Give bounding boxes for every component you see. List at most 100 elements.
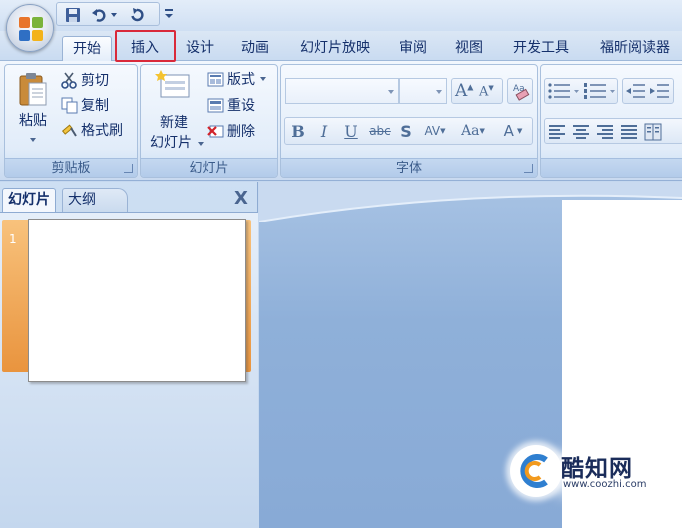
title-bar bbox=[0, 0, 682, 31]
clipboard-dialog-launcher[interactable] bbox=[124, 164, 133, 173]
font-name-select[interactable] bbox=[285, 78, 399, 104]
align-right-icon bbox=[597, 125, 613, 139]
ribbon-tab-strip: 开始 插入 设计 动画 幻灯片放映 审阅 视图 开发工具 福昕阅读器 bbox=[0, 31, 682, 62]
slides-group-label: 幻灯片 bbox=[141, 158, 277, 177]
tab-slides-panel[interactable]: 幻灯片 bbox=[2, 188, 56, 213]
slide-thumbnail-1[interactable] bbox=[28, 219, 246, 382]
align-center-icon bbox=[573, 125, 589, 139]
delete-slide-icon bbox=[207, 123, 224, 140]
grow-font-label: A bbox=[455, 81, 468, 101]
new-slide-label-1: 新建 bbox=[160, 115, 188, 131]
tab-view[interactable]: 视图 bbox=[446, 36, 492, 62]
close-icon: X bbox=[234, 188, 248, 209]
cut-label: 剪切 bbox=[81, 73, 109, 89]
numbering-icon bbox=[584, 83, 615, 99]
tab-design[interactable]: 设计 bbox=[178, 36, 222, 62]
layout-label: 版式 bbox=[227, 72, 255, 88]
tab-review[interactable]: 审阅 bbox=[390, 36, 436, 62]
shrink-font-button[interactable]: A▼ bbox=[479, 84, 501, 102]
tab-outline-panel[interactable]: 大纲 bbox=[62, 188, 128, 213]
format-painter-label: 格式刷 bbox=[81, 123, 123, 139]
bullets-icon bbox=[548, 83, 579, 99]
format-painter-icon bbox=[61, 122, 78, 139]
watermark-logo bbox=[510, 445, 562, 497]
chevron-down-icon: ▼ bbox=[516, 127, 523, 135]
paragraph-group bbox=[540, 64, 682, 178]
reset-label: 重设 bbox=[227, 98, 255, 114]
close-panel-button[interactable]: X bbox=[232, 190, 250, 208]
undo-dropdown[interactable] bbox=[109, 5, 119, 24]
align-center-button[interactable] bbox=[571, 122, 593, 142]
coozhi-logo-icon bbox=[520, 454, 548, 488]
underline-button[interactable]: U bbox=[339, 119, 363, 143]
italic-button[interactable]: I bbox=[313, 119, 335, 143]
tab-developer[interactable]: 开发工具 bbox=[503, 36, 579, 62]
office-logo-icon bbox=[19, 17, 43, 41]
save-button[interactable] bbox=[63, 5, 83, 24]
chevron-down-icon bbox=[388, 90, 394, 94]
quick-access-toolbar bbox=[56, 2, 160, 26]
tab-animation[interactable]: 动画 bbox=[232, 36, 278, 62]
redo-button[interactable] bbox=[127, 5, 147, 24]
font-color-label: A bbox=[503, 122, 514, 140]
strikethrough-button[interactable]: abc bbox=[366, 119, 394, 143]
chevron-down-icon bbox=[436, 90, 442, 94]
customize-qat-button[interactable] bbox=[163, 6, 175, 20]
reset-icon bbox=[207, 97, 224, 114]
copy-button[interactable]: 复制 bbox=[61, 94, 109, 116]
tab-foxit-reader[interactable]: 福昕阅读器 bbox=[590, 36, 680, 62]
align-left-button[interactable] bbox=[547, 122, 569, 142]
font-dialog-launcher[interactable] bbox=[524, 164, 533, 173]
redo-icon bbox=[131, 7, 144, 21]
reset-button[interactable]: 重设 bbox=[207, 94, 255, 116]
decrease-indent-button[interactable] bbox=[625, 81, 647, 101]
font-size-select[interactable] bbox=[399, 78, 447, 104]
font-group-label: 字体 bbox=[281, 158, 537, 177]
paste-icon bbox=[19, 73, 47, 106]
clipboard-group-label: 剪贴板 bbox=[5, 158, 137, 177]
increase-indent-icon bbox=[650, 84, 669, 98]
chevron-down-icon bbox=[260, 77, 266, 81]
paste-button[interactable]: 粘贴 bbox=[11, 67, 55, 151]
tab-home[interactable]: 开始 bbox=[62, 36, 112, 62]
change-case-button[interactable]: Aa ▼ bbox=[456, 119, 490, 143]
slide-number: 1 bbox=[9, 232, 17, 246]
change-case-label: Aa bbox=[461, 123, 480, 139]
insert-tab-highlight bbox=[115, 30, 176, 62]
copy-icon bbox=[61, 97, 78, 114]
delete-slide-button[interactable]: 删除 bbox=[207, 120, 255, 142]
character-spacing-button[interactable]: AV ▼ bbox=[420, 119, 450, 143]
grow-font-button[interactable]: A▲ bbox=[455, 81, 477, 101]
chevron-down-icon: ▼ bbox=[479, 127, 485, 135]
layout-icon bbox=[207, 71, 224, 88]
paste-label: 粘贴 bbox=[19, 113, 47, 129]
text-shadow-button[interactable]: S bbox=[396, 119, 416, 143]
align-right-button[interactable] bbox=[595, 122, 617, 142]
save-icon bbox=[66, 7, 80, 22]
columns-icon bbox=[644, 123, 662, 141]
cut-button[interactable]: 剪切 bbox=[61, 69, 109, 91]
layout-button[interactable]: 版式 bbox=[207, 68, 267, 90]
format-painter-button[interactable]: 格式刷 bbox=[61, 119, 123, 141]
font-color-button[interactable]: A ▼ bbox=[496, 119, 530, 143]
tab-slideshow[interactable]: 幻灯片放映 bbox=[290, 36, 380, 62]
office-button[interactable] bbox=[6, 4, 54, 52]
paragraph-group-label bbox=[541, 158, 682, 177]
alignment-buttons bbox=[544, 118, 682, 144]
delete-slide-label: 删除 bbox=[227, 124, 255, 140]
columns-button[interactable] bbox=[643, 122, 665, 142]
character-spacing-label: AV bbox=[424, 124, 441, 138]
justify-icon bbox=[621, 125, 637, 139]
bold-button[interactable]: B bbox=[287, 119, 309, 143]
increase-indent-button[interactable] bbox=[649, 81, 671, 101]
undo-button[interactable] bbox=[89, 5, 109, 24]
numbering-button[interactable] bbox=[583, 81, 617, 101]
new-slide-icon bbox=[155, 70, 190, 98]
clear-formatting-button[interactable]: Aa bbox=[507, 78, 533, 104]
justify-button[interactable] bbox=[619, 122, 641, 142]
align-left-icon bbox=[549, 125, 565, 139]
decrease-indent-icon bbox=[626, 84, 645, 98]
new-slide-button[interactable]: 新建 幻灯片 bbox=[143, 67, 205, 155]
slides-group: 新建 幻灯片 版式 重设 删除 幻灯片 bbox=[140, 64, 278, 178]
bullets-button[interactable] bbox=[547, 81, 581, 101]
